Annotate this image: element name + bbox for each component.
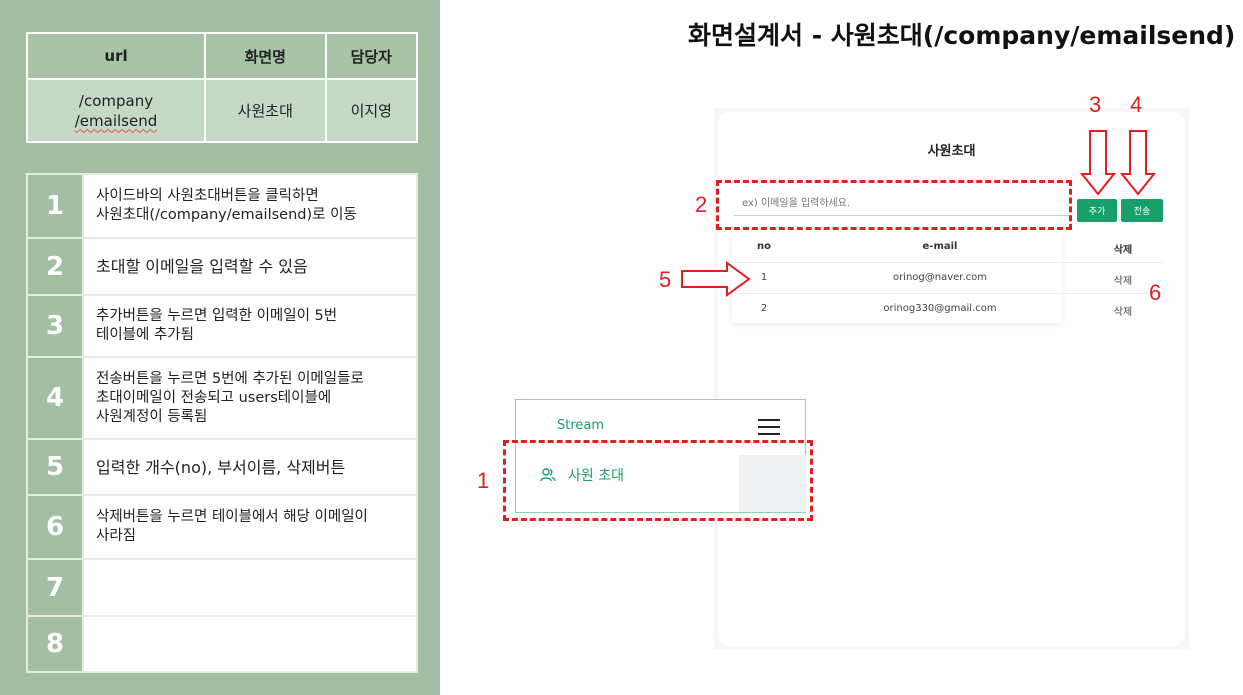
description-number: 5 [28, 440, 84, 494]
row-email: orinog@naver.com [892, 272, 988, 283]
meta-url-line1: /company [78, 91, 154, 110]
description-number: 3 [28, 296, 84, 356]
column-header-delete: 삭제 [1113, 245, 1133, 256]
arrow-right-icon [681, 261, 751, 297]
meta-table: url 화면명 담당자 /company /emailsend 사원초대 이지영 [25, 32, 419, 143]
description-number: 6 [28, 496, 84, 558]
description-number: 4 [28, 358, 84, 438]
page-title: 화면설계서 - 사원초대(/company/emailsend) [688, 16, 1235, 52]
row-email: orinog330@gmail.com [883, 303, 997, 314]
description-text [84, 560, 416, 615]
arrow-down-icon [1120, 130, 1156, 196]
send-button[interactable]: 전송 [1121, 199, 1163, 222]
row-no: 1 [760, 272, 768, 283]
description-row: 1 사이드바의 사원초대버튼을 클릭하면 사원초대(/company/email… [26, 173, 418, 237]
annotation-marker-2: 2 [695, 192, 708, 217]
description-text: 사이드바의 사원초대버튼을 클릭하면 사원초대(/company/emailse… [84, 175, 416, 237]
page-title-text: 화면설계서 - 사원초대(/company/emailsend) [688, 21, 1236, 50]
row-delete-button[interactable]: 삭제 [1105, 272, 1141, 287]
meta-screen-name: 사원초대 [204, 78, 327, 143]
description-text: 전송버튼을 누르면 5번에 추가된 이메일들로 초대이메일이 전송되고 user… [84, 358, 416, 438]
description-row: 5 입력한 개수(no), 부서이름, 삭제버튼 [26, 438, 418, 494]
hamburger-menu-icon[interactable] [758, 419, 780, 435]
meta-url-line2: /emailsend [74, 111, 158, 130]
annotation-marker-3: 3 [1089, 92, 1102, 117]
column-header-no: no [757, 241, 771, 252]
annotation-marker-1: 1 [477, 468, 490, 493]
meta-header-screen-name: 화면명 [204, 32, 327, 80]
description-number: 8 [28, 617, 84, 671]
column-header-email: e-mail [922, 241, 958, 252]
add-button[interactable]: 추가 [1077, 199, 1117, 222]
row-no: 2 [760, 303, 768, 314]
annotation-marker-4: 4 [1130, 92, 1143, 117]
sidebar-brand: Stream [557, 418, 605, 433]
arrow-down-icon [1080, 130, 1116, 196]
meta-header-owner: 담당자 [324, 32, 419, 80]
description-text: 삭제버튼을 누르면 테이블에서 해당 이메일이 사라짐 [84, 496, 416, 558]
description-number: 1 [28, 175, 84, 237]
table-divider [732, 293, 1162, 294]
description-row: 2 초대할 이메일을 입력할 수 있음 [26, 237, 418, 294]
table-divider [732, 262, 1162, 263]
meta-owner: 이지영 [324, 78, 419, 143]
row-delete-button[interactable]: 삭제 [1105, 303, 1141, 318]
description-text: 입력한 개수(no), 부서이름, 삭제버튼 [84, 440, 416, 494]
description-row: 4 전송버튼을 누르면 5번에 추가된 이메일들로 초대이메일이 전송되고 us… [26, 356, 418, 438]
spec-panel: url 화면명 담당자 /company /emailsend 사원초대 이지영… [0, 0, 440, 695]
annotation-box-input [716, 180, 1072, 230]
description-number: 7 [28, 560, 84, 615]
description-row: 8 [26, 615, 418, 673]
annotation-marker-6: 6 [1149, 280, 1162, 305]
description-text: 초대할 이메일을 입력할 수 있음 [84, 239, 416, 294]
meta-url-cell: /company /emailsend [25, 78, 207, 143]
description-row: 3 추가버튼을 누르면 입력한 이메일이 5번 테이블에 추가됨 [26, 294, 418, 356]
description-row: 6 삭제버튼을 누르면 테이블에서 해당 이메일이 사라짐 [26, 494, 418, 558]
description-number: 2 [28, 239, 84, 294]
annotation-box-sidebar [503, 440, 813, 521]
description-text: 추가버튼을 누르면 입력한 이메일이 5번 테이블에 추가됨 [84, 296, 416, 356]
annotation-marker-5: 5 [659, 267, 672, 292]
description-row: 7 [26, 558, 418, 615]
description-list: 1 사이드바의 사원초대버튼을 클릭하면 사원초대(/company/email… [26, 173, 418, 673]
description-text [84, 617, 416, 671]
meta-header-url: url [25, 32, 207, 80]
